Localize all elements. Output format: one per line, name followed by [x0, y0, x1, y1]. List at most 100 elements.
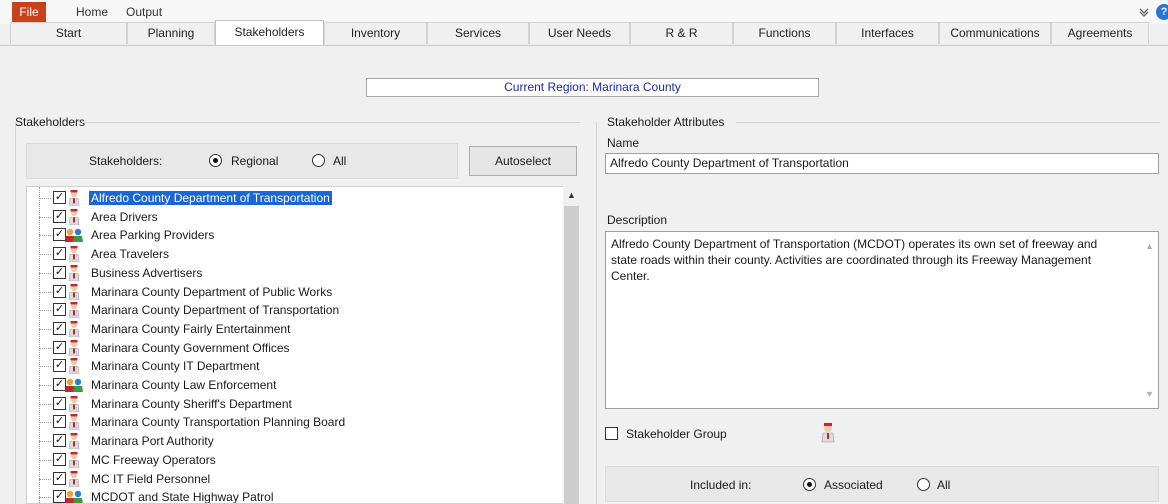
stakeholder-tree: ✓ Alfredo County Department of Transporta… — [26, 186, 566, 504]
tree-connector — [39, 366, 51, 368]
tree-item[interactable]: ✓ Marinara County IT Department — [27, 357, 547, 375]
regional-radio-label[interactable]: Regional — [231, 154, 278, 168]
group-divider — [15, 122, 16, 504]
tree-item-checkbox[interactable]: ✓ — [53, 415, 66, 429]
filter-label: Stakeholders: — [89, 154, 163, 168]
tree-item-label: Area Drivers — [91, 209, 158, 224]
person-icon — [67, 264, 81, 282]
stakeholder-group-checkbox[interactable] — [605, 427, 618, 440]
tab-agreements[interactable]: Agreements — [1051, 22, 1149, 44]
associated-radio-label[interactable]: Associated — [824, 478, 883, 492]
tree-connector — [39, 198, 51, 199]
person-icon — [67, 208, 81, 225]
tree-item-label: MCDOT and State Highway Patrol — [91, 490, 274, 504]
regional-radio[interactable] — [209, 154, 222, 167]
tab-r-and-r[interactable]: R & R — [630, 22, 733, 44]
tab-inventory[interactable]: Inventory — [324, 22, 427, 44]
person-icon — [67, 320, 81, 338]
tree-item[interactable]: ✓ MC Freeway Operators — [27, 451, 547, 469]
tree-connector — [39, 254, 51, 256]
tree-item-checkbox[interactable]: ✓ — [53, 340, 66, 354]
tree-item[interactable]: ✓ Area Parking Providers — [27, 226, 547, 244]
group-divider — [596, 122, 597, 504]
tree-item-checkbox[interactable]: ✓ — [53, 452, 66, 466]
scroll-down-icon[interactable]: ▼ — [1145, 386, 1154, 402]
autoselect-button[interactable]: Autoselect — [469, 146, 577, 176]
person-icon — [67, 395, 81, 412]
tab-services[interactable]: Services — [427, 22, 529, 44]
tree-item-label: Alfredo County Department of Transportat… — [89, 191, 332, 205]
person-icon — [67, 451, 81, 469]
tree-item[interactable]: ✓ Marinara County Government Offices — [27, 339, 547, 357]
stakeholder-filter-bar: Stakeholders: Regional All — [26, 143, 458, 179]
tree-item-checkbox[interactable]: ✓ — [53, 359, 66, 373]
included-all-radio[interactable] — [917, 478, 930, 491]
tree-item-checkbox[interactable]: ✓ — [53, 434, 66, 448]
tab-functions[interactable]: Functions — [733, 22, 836, 44]
tree-item-checkbox[interactable]: ✓ — [53, 247, 66, 261]
tree-scrollbar[interactable]: ▲ — [563, 186, 580, 504]
menu-home[interactable]: Home — [76, 0, 108, 24]
name-field[interactable]: Alfredo County Department of Transportat… — [605, 153, 1159, 174]
tab-communications[interactable]: Communications — [939, 22, 1051, 44]
menu-output[interactable]: Output — [126, 0, 162, 24]
stakeholder-group-label[interactable]: Stakeholder Group — [626, 427, 727, 441]
associated-radio[interactable] — [803, 478, 816, 491]
tree-item-label: Area Parking Providers — [91, 228, 215, 243]
tree-item[interactable]: ✓ Marinara County Transportation Planning… — [27, 413, 547, 431]
tab-start[interactable]: Start — [10, 22, 127, 44]
tree-item[interactable]: ✓ MC IT Field Personnel — [27, 470, 547, 488]
tree-item-checkbox[interactable]: ✓ — [53, 209, 66, 223]
tree-item-label: Marinara County IT Department — [91, 359, 260, 374]
tree-item[interactable]: ✓ Marinara Port Authority — [27, 432, 547, 450]
tree-item-checkbox[interactable]: ✓ — [53, 191, 66, 204]
description-field[interactable]: Alfredo County Department of Transportat… — [605, 231, 1159, 409]
tree-item[interactable]: ✓ Alfredo County Department of Transporta… — [27, 189, 547, 207]
tree-item-checkbox[interactable]: ✓ — [53, 284, 66, 298]
tab-stakeholders[interactable]: Stakeholders — [215, 20, 324, 45]
tree-item-label: MC IT Field Personnel — [91, 471, 211, 486]
help-icon[interactable]: ? — [1156, 4, 1168, 20]
scroll-thumb[interactable] — [564, 206, 579, 504]
tree-item-label: Marinara County Sheriff's Department — [91, 396, 292, 411]
tree-item-checkbox[interactable]: ✓ — [53, 396, 66, 410]
tree-item-label: MC Freeway Operators — [91, 452, 216, 467]
tree-item-label: Marinara Port Authority — [91, 434, 214, 449]
tree-connector — [39, 216, 51, 218]
scroll-up-icon[interactable]: ▲ — [563, 190, 580, 200]
tree-connector — [39, 441, 51, 443]
tree-item[interactable]: ✓ Marinara County Fairly Entertainment — [27, 320, 547, 338]
menu-file[interactable]: File — [12, 2, 46, 22]
tree-item[interactable]: ✓ Marinara County Law Enforcement — [27, 376, 547, 394]
all-radio[interactable] — [312, 154, 325, 167]
tree-item-checkbox[interactable]: ✓ — [53, 471, 66, 485]
tree-connector — [39, 235, 51, 237]
tab-planning[interactable]: Planning — [127, 22, 215, 44]
tree-connector — [39, 459, 51, 461]
tree-item-label: Business Advertisers — [91, 265, 203, 280]
tree-item[interactable]: ✓ Marinara County Sheriff's Department — [27, 395, 547, 413]
tree-item[interactable]: ✓ Area Drivers — [27, 208, 547, 226]
scroll-up-icon[interactable]: ▲ — [1145, 238, 1154, 254]
tree-item[interactable]: ✓ Area Travelers — [27, 245, 547, 263]
group-divider — [736, 122, 1160, 123]
person-icon — [67, 414, 81, 431]
tab-interfaces[interactable]: Interfaces — [836, 22, 939, 44]
tab-user-needs[interactable]: User Needs — [529, 22, 630, 44]
included-all-radio-label[interactable]: All — [937, 478, 950, 492]
tree-item-checkbox[interactable]: ✓ — [53, 303, 66, 317]
person-icon — [67, 283, 81, 300]
tree-item[interactable]: ✓ Marinara County Department of Public Wo… — [27, 283, 547, 301]
tree-item[interactable]: ✓ Marinara County Department of Transport… — [27, 301, 547, 319]
group-icon — [65, 489, 83, 503]
ribbon-menu-bar: File Home Output ? — [0, 0, 1168, 24]
tree-item-checkbox[interactable]: ✓ — [53, 265, 66, 279]
tree-item-label: Marinara County Department of Transporta… — [91, 303, 340, 318]
tree-item[interactable]: ✓ Business Advertisers — [27, 264, 547, 282]
tree-item[interactable]: ✓ MCDOT and State Highway Patrol — [27, 488, 547, 504]
collapse-ribbon-icon[interactable] — [1139, 7, 1149, 17]
person-icon — [67, 470, 81, 487]
tree-item-checkbox[interactable]: ✓ — [53, 321, 66, 335]
group-divider — [82, 122, 580, 123]
all-radio-label[interactable]: All — [333, 154, 346, 168]
